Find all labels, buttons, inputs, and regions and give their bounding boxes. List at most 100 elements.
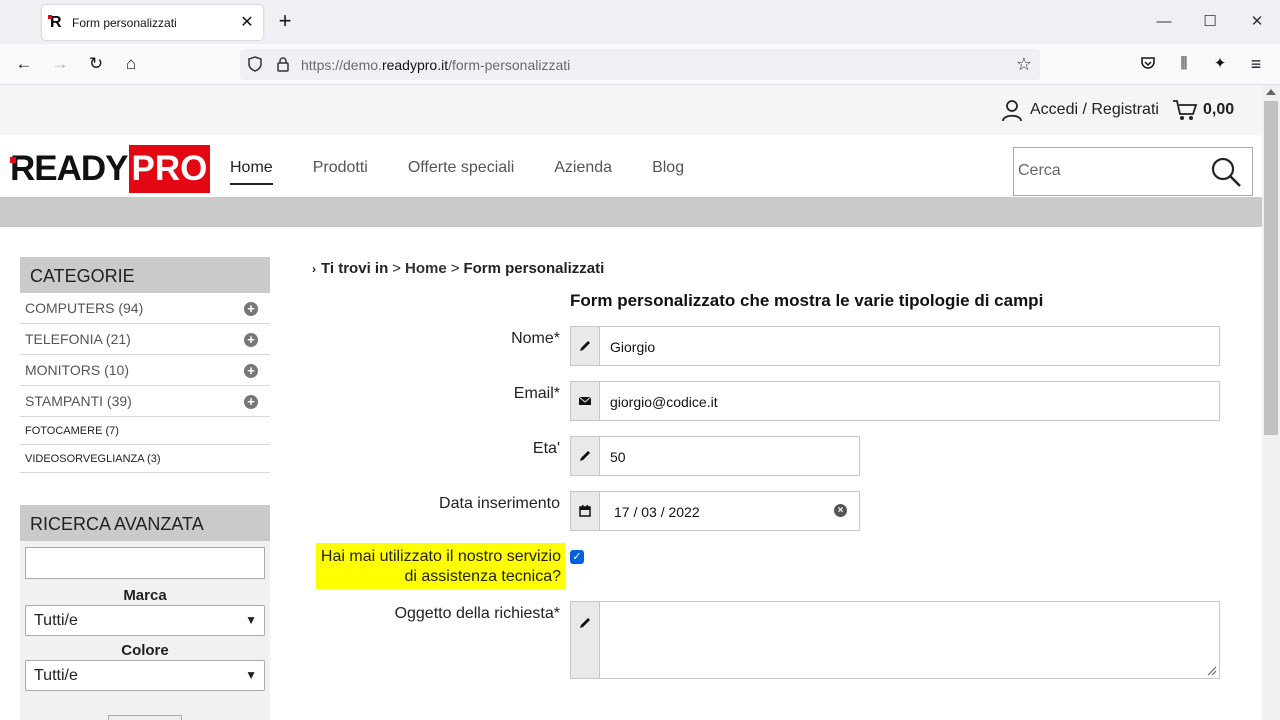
breadcrumb-current: Form personalizzati xyxy=(463,260,605,277)
email-label: Email* xyxy=(513,385,560,402)
url-bar[interactable]: https://demo.readypro.it/form-personaliz… xyxy=(240,49,1040,80)
subject-addon xyxy=(571,602,600,678)
url-text[interactable]: https://demo.readypro.it/form-personaliz… xyxy=(301,57,570,73)
category-item[interactable]: TELEFONIA (21) + xyxy=(20,324,270,355)
advanced-search-input[interactable] xyxy=(25,547,265,579)
subject-label: Oggetto della richiesta* xyxy=(394,605,560,622)
date-label: Data inserimento xyxy=(439,495,560,512)
menu-item-azienda[interactable]: Azienda xyxy=(554,159,612,185)
breadcrumb: › Ti trovi in > Home > Form personalizzati xyxy=(312,260,604,277)
scrollbar-thumb[interactable] xyxy=(1264,101,1278,435)
breadcrumb-home-link[interactable]: Home xyxy=(405,260,447,277)
date-addon xyxy=(571,492,600,530)
cart-link[interactable]: 0,00 xyxy=(1172,97,1234,123)
scroll-up-arrow-icon[interactable] xyxy=(1266,89,1276,95)
new-tab-button[interactable]: + xyxy=(275,10,295,32)
pocket-icon[interactable] xyxy=(1138,54,1158,74)
email-value: giorgio@codice.it xyxy=(610,394,718,410)
service-checkbox[interactable]: ✓ xyxy=(570,550,584,564)
user-icon xyxy=(1002,100,1022,122)
expand-plus-icon[interactable]: + xyxy=(244,395,258,409)
menu-item-home[interactable]: Home xyxy=(230,159,273,185)
name-addon xyxy=(571,327,600,365)
app-menu-icon[interactable]: ≡ xyxy=(1246,54,1266,74)
pencil-icon xyxy=(580,341,590,351)
browser-tab-bar: R Form personalizzati ✕ + — ☐ ✕ xyxy=(0,0,1280,44)
extensions-icon[interactable]: ✦ xyxy=(1210,54,1230,74)
form-title: Form personalizzato che mostra le varie … xyxy=(570,291,1044,310)
page-scrollbar[interactable] xyxy=(1262,85,1280,720)
advanced-search-box: RICERCA AVANZATA Marca Tutti/e ▼ Colore … xyxy=(20,505,270,720)
breadcrumb-separator: > xyxy=(450,260,460,277)
search-icon[interactable] xyxy=(1210,156,1242,188)
close-tab-icon[interactable]: ✕ xyxy=(237,13,257,33)
subject-textarea[interactable] xyxy=(570,601,1220,679)
browser-tab[interactable]: R Form personalizzati ✕ xyxy=(42,5,263,40)
site-header: READY PRO Home Prodotti Offerte speciali… xyxy=(0,135,1262,197)
clear-date-icon[interactable]: × xyxy=(834,504,847,517)
brand-select[interactable]: Tutti/e ▼ xyxy=(25,605,265,636)
pencil-icon xyxy=(580,451,590,461)
search-input[interactable] xyxy=(1018,162,1198,180)
home-button[interactable]: ⌂ xyxy=(120,53,142,75)
brand-label: Marca xyxy=(123,587,167,604)
resize-handle-icon[interactable] xyxy=(1205,664,1217,676)
category-item[interactable]: FOTOCAMERE (7) xyxy=(20,417,270,445)
library-icon[interactable]: ⫼ xyxy=(1174,54,1194,74)
name-value: Giorgio xyxy=(610,339,656,355)
login-link[interactable]: Accedi / Registrati xyxy=(1000,97,1159,123)
maximize-window-button[interactable]: ☐ xyxy=(1200,12,1220,32)
expand-plus-icon[interactable]: + xyxy=(244,302,258,316)
advanced-search-button[interactable] xyxy=(108,715,182,720)
browser-nav-bar: ← → ↻ ⌂ https://demo.readypro.it/form-pe… xyxy=(0,44,1280,85)
advanced-search-body: Marca Tutti/e ▼ Colore Tutti/e ▼ xyxy=(20,541,270,720)
minimize-window-button[interactable]: — xyxy=(1154,12,1174,32)
lock-icon[interactable] xyxy=(274,55,292,73)
login-label: Accedi / Registrati xyxy=(1030,101,1159,118)
envelope-icon xyxy=(578,396,592,405)
categories-box: CATEGORIE COMPUTERS (94) + TELEFONIA (21)… xyxy=(20,257,270,473)
expand-plus-icon[interactable]: + xyxy=(244,364,258,378)
email-addon xyxy=(571,382,600,420)
date-field[interactable]: 17 / 03 / 2022 × xyxy=(570,491,860,531)
age-addon xyxy=(571,437,600,475)
name-field[interactable]: Giorgio xyxy=(570,326,1220,366)
close-window-button[interactable]: ✕ xyxy=(1247,12,1267,32)
page-content: Accedi / Registrati 0,00 READY PRO Home … xyxy=(0,85,1262,720)
category-item[interactable]: MONITORS (10) + xyxy=(20,355,270,386)
age-value: 50 xyxy=(610,449,626,465)
age-field[interactable]: 50 xyxy=(570,436,860,476)
category-item[interactable]: STAMPANTI (39) + xyxy=(20,386,270,417)
category-label: STAMPANTI (39) xyxy=(25,393,132,409)
age-label: Eta' xyxy=(532,440,560,457)
menu-item-blog[interactable]: Blog xyxy=(652,159,684,185)
back-button[interactable]: ← xyxy=(13,53,35,75)
categories-title: CATEGORIE xyxy=(20,257,270,293)
account-bar: Accedi / Registrati 0,00 xyxy=(0,85,1262,135)
color-select[interactable]: Tutti/e ▼ xyxy=(25,660,265,691)
logo-pro-text: PRO xyxy=(128,145,211,193)
chevron-down-icon: ▼ xyxy=(245,613,257,627)
category-label: COMPUTERS (94) xyxy=(25,300,144,316)
cart-icon xyxy=(1173,100,1198,120)
shield-icon[interactable] xyxy=(246,55,264,73)
pencil-icon xyxy=(580,618,590,628)
expand-plus-icon[interactable]: + xyxy=(244,333,258,347)
logo-ready-text: READY xyxy=(10,145,129,193)
forward-button[interactable]: → xyxy=(49,53,71,75)
menu-item-prodotti[interactable]: Prodotti xyxy=(313,159,368,185)
cart-total: 0,00 xyxy=(1203,101,1235,118)
site-logo[interactable]: READY PRO xyxy=(10,145,211,193)
breadcrumb-separator: > xyxy=(392,260,401,277)
calendar-icon xyxy=(579,505,591,517)
bookmark-star-icon[interactable]: ☆ xyxy=(1015,55,1033,73)
category-item[interactable]: VIDEOSORVEGLIANZA (3) xyxy=(20,445,270,473)
category-label: TELEFONIA (21) xyxy=(25,331,131,347)
reload-button[interactable]: ↻ xyxy=(85,53,107,75)
color-label: Colore xyxy=(121,642,169,659)
email-field[interactable]: giorgio@codice.it xyxy=(570,381,1220,421)
brand-select-value: Tutti/e xyxy=(34,612,78,629)
category-item[interactable]: COMPUTERS (94) + xyxy=(20,293,270,324)
menu-item-offerte-speciali[interactable]: Offerte speciali xyxy=(408,159,514,185)
service-question-label: Hai mai utilizzato il nostro servizio di… xyxy=(316,543,565,589)
